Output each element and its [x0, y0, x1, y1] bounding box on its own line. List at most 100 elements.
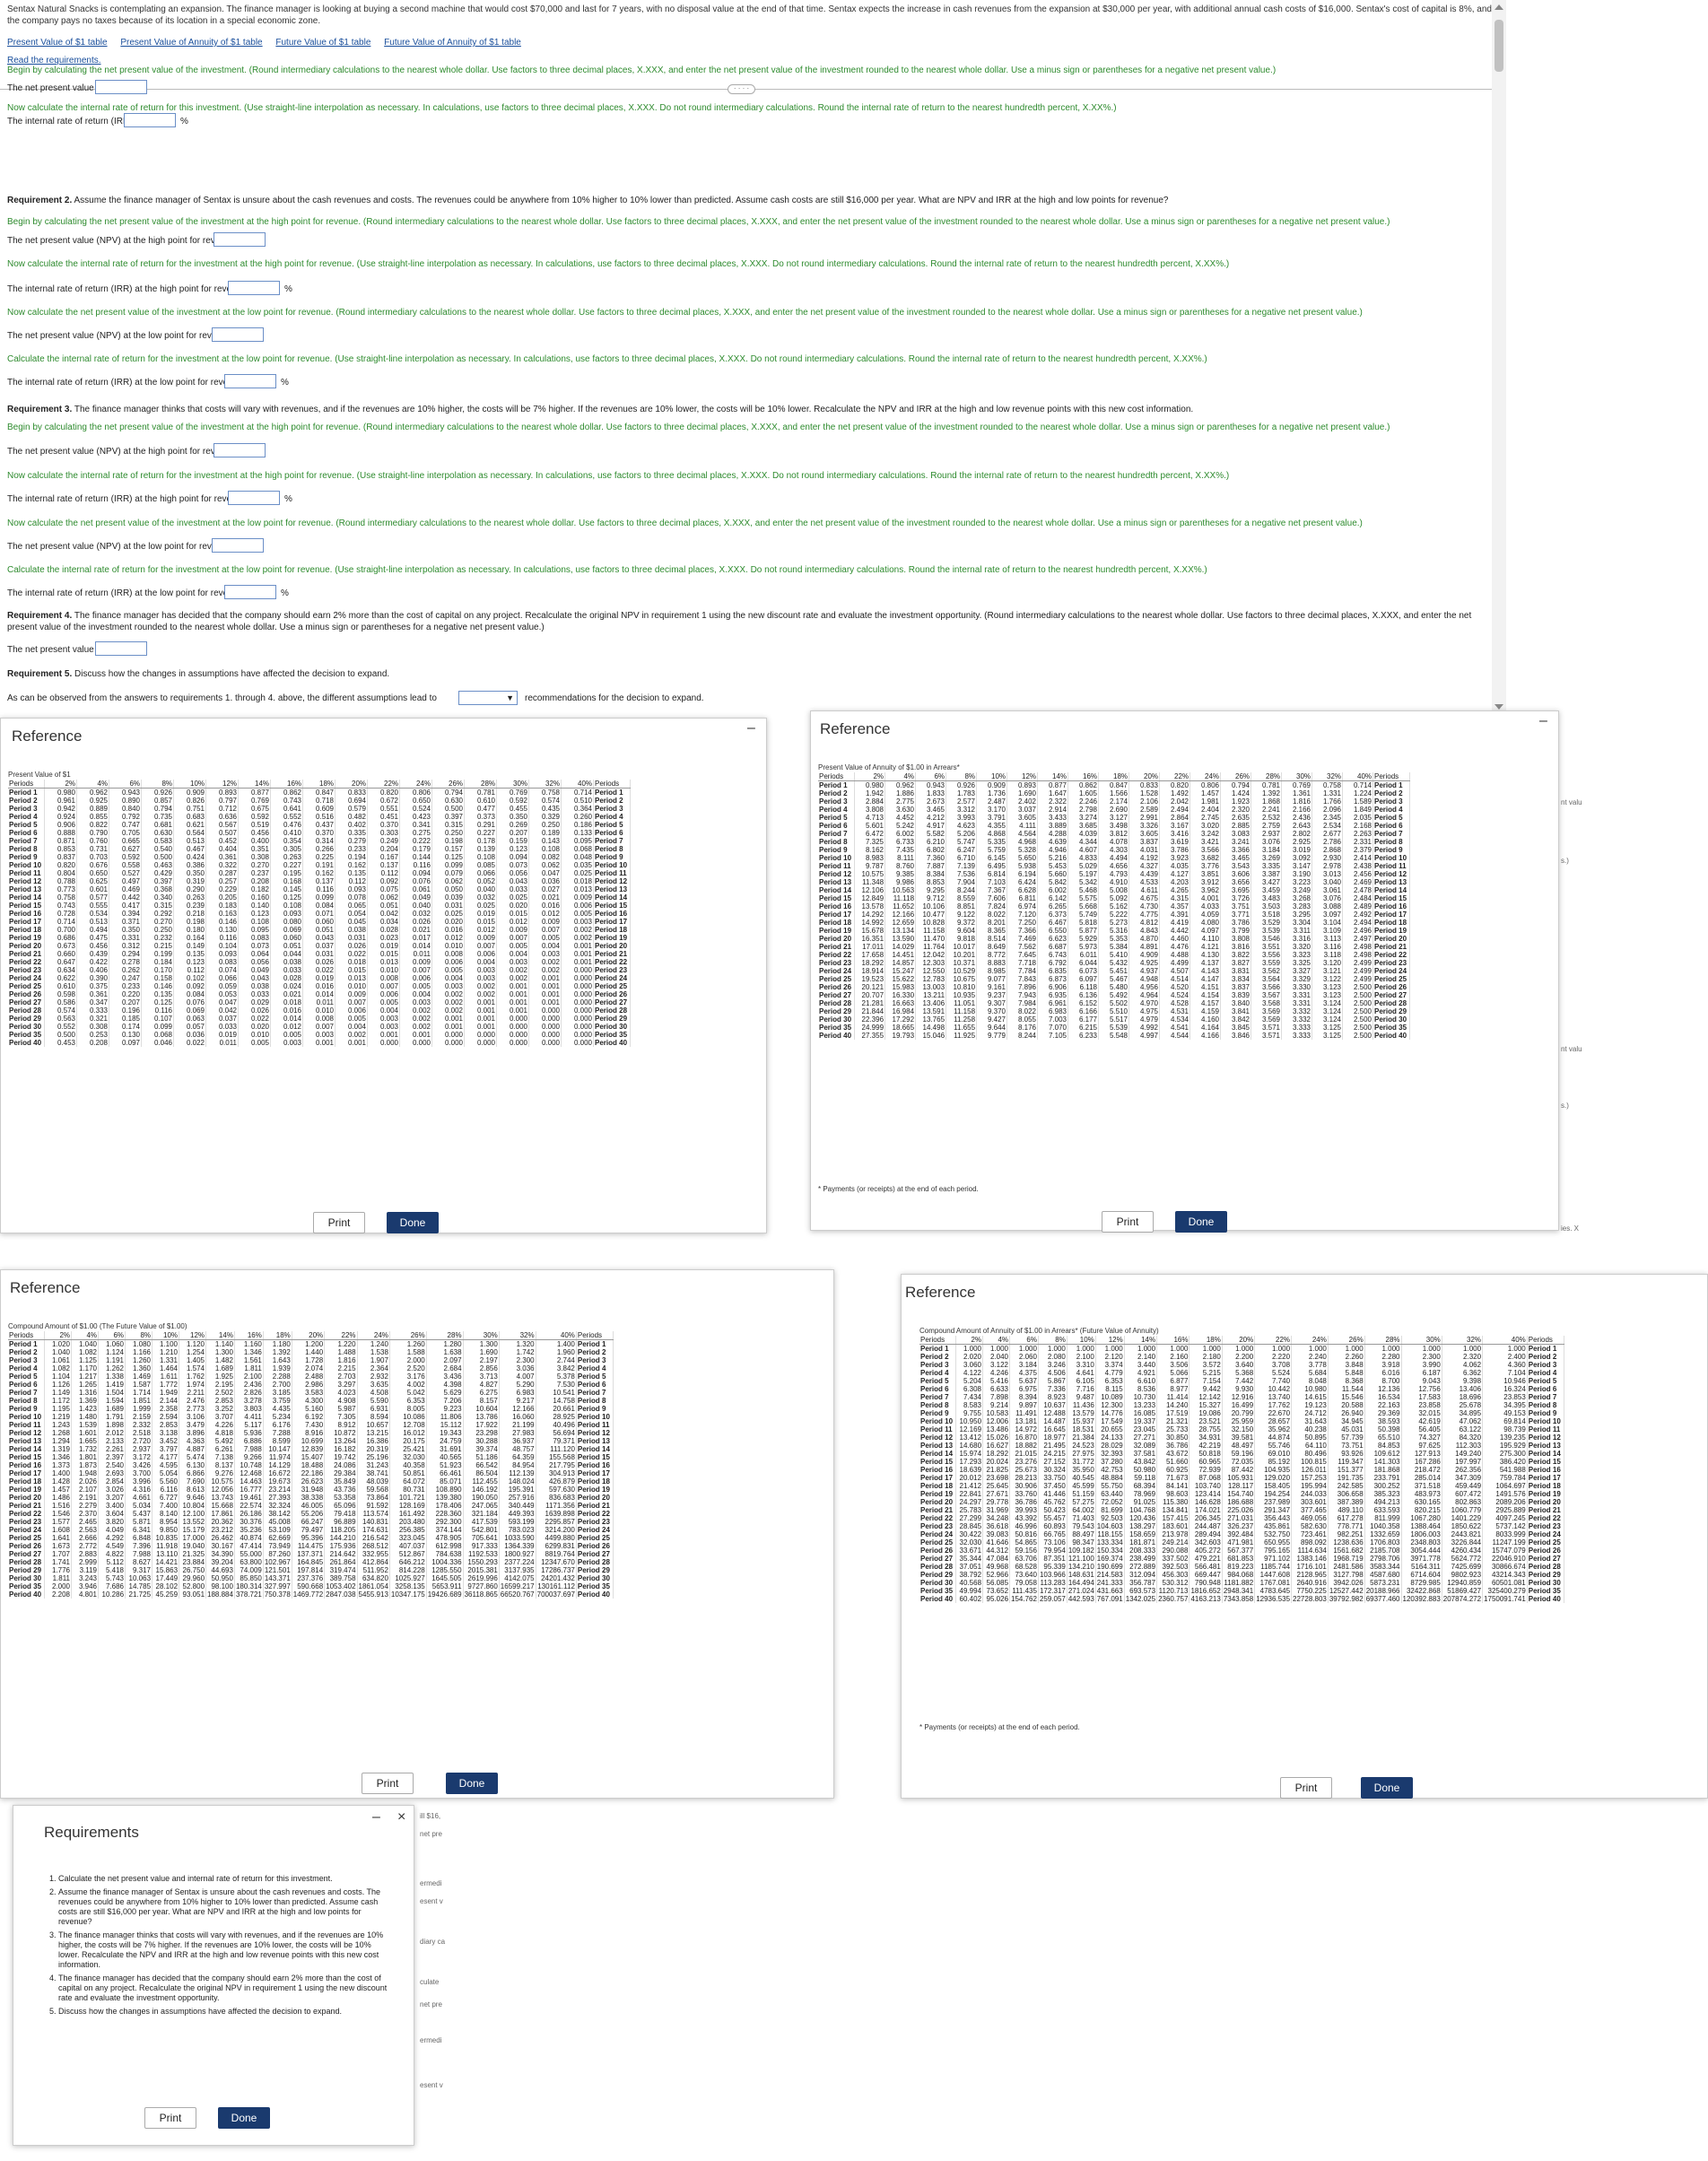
answer-input[interactable]	[228, 491, 280, 505]
answer-input[interactable]	[224, 585, 276, 599]
table-cell: 5.206	[946, 830, 978, 838]
print-button[interactable]: Print	[1280, 1777, 1332, 1799]
row-label: Period 16	[8, 1461, 46, 1469]
table-cell: 2.690	[1098, 806, 1130, 814]
row-label: Period 20	[818, 935, 856, 943]
table-cell: 7.120	[1006, 911, 1039, 919]
answer-input[interactable]	[214, 232, 266, 247]
table-cell: 174.021	[1189, 1506, 1223, 1514]
header-cell: 30%	[1401, 1336, 1442, 1345]
link-pv-table[interactable]: Present Value of $1 table	[7, 38, 108, 48]
table-cell: 16.012	[389, 1429, 427, 1437]
table-cell: 0.370	[302, 829, 336, 837]
print-button[interactable]: Print	[1102, 1211, 1154, 1233]
table-cell: 0.025	[496, 893, 530, 902]
table-cell: 45.031	[1328, 1425, 1365, 1433]
table-cell: 0.439	[76, 950, 110, 958]
table-cell: 3.184	[1250, 846, 1283, 854]
answer-input[interactable]	[214, 443, 266, 457]
done-button[interactable]: Done	[218, 2107, 270, 2129]
table-cell: 3.713	[463, 1372, 500, 1381]
table-cell: 0.269	[496, 821, 530, 829]
table-cell: 14.776	[1095, 1409, 1125, 1417]
table-cell: 0.456	[238, 829, 272, 837]
table-cell: 13.233	[1124, 1401, 1158, 1409]
table-cell: 783.023	[499, 1526, 536, 1534]
table-cell: 9.850	[152, 1526, 180, 1534]
table-cell: 242.585	[1328, 1482, 1365, 1490]
answer-input[interactable]	[228, 281, 280, 295]
table-row: Period 4 0.924 0.855 0.792 0.735 0.683 0.636 0.…	[8, 813, 632, 821]
table-row: Period 4 4.122 4.246 4.375 4.506 4.641 4.779 4.…	[919, 1369, 1564, 1377]
table-cell: 1.400	[44, 1469, 73, 1477]
scrollbar[interactable]	[1492, 0, 1506, 718]
print-button[interactable]: Print	[362, 1773, 414, 1794]
link-pva-table[interactable]: Present Value of Annuity of $1 table	[120, 38, 262, 48]
row-label: Period 23	[8, 966, 46, 974]
table-cell: 11.925	[946, 1032, 978, 1040]
table-cell: 5.054	[152, 1469, 180, 1477]
table-cell: 3.123	[1312, 991, 1344, 999]
table-cell: 16.060	[499, 1413, 536, 1421]
row-label: Period 30	[1372, 1015, 1411, 1024]
table-cell: 0.925	[76, 797, 110, 805]
table-cell: 6.192	[292, 1413, 326, 1421]
table-cell: 7.250	[1006, 919, 1039, 927]
minimize-icon[interactable]: –	[1539, 713, 1547, 729]
table-cell: 811.999	[1364, 1514, 1402, 1522]
table-cell: 7.138	[205, 1453, 235, 1461]
answer-input[interactable]	[95, 80, 147, 94]
table-cell: 23.698	[982, 1474, 1011, 1482]
table-cell: 3.822	[1220, 951, 1252, 959]
table-cell: 4.793	[1098, 870, 1130, 878]
minimize-icon[interactable]: –	[747, 720, 755, 736]
answer-input[interactable]	[95, 641, 147, 656]
table-cell: 84.320	[1442, 1433, 1484, 1442]
table-cell: 1.611	[152, 1372, 180, 1381]
link-fv-table[interactable]: Future Value of $1 table	[275, 38, 370, 48]
table-cell: 2.100	[234, 1372, 264, 1381]
header-cell: 18%	[1189, 1336, 1223, 1345]
table-row: Period 10 8.983 8.111 7.360 6.710 6.145 5.650 5…	[818, 854, 1411, 862]
table-cell: 0.442	[109, 893, 143, 902]
row-label: Period 21	[8, 1502, 46, 1510]
table-cell: 0.630	[141, 829, 175, 837]
table-cell: 197.814	[292, 1566, 326, 1574]
print-button[interactable]: Print	[313, 1212, 365, 1233]
done-button[interactable]: Done	[387, 1212, 439, 1233]
table-cell: 0.049	[399, 893, 433, 902]
table-cell: 12.169	[955, 1425, 984, 1433]
table-cell: 6.931	[357, 1405, 390, 1413]
scroll-down-icon[interactable]	[1494, 704, 1503, 710]
done-button[interactable]: Done	[1361, 1777, 1413, 1799]
minimize-icon[interactable]: –	[372, 1809, 380, 1826]
table-cell: 17.000	[179, 1534, 207, 1542]
answer-input[interactable]	[124, 113, 176, 127]
table-cell: 0.889	[76, 805, 110, 813]
close-icon[interactable]: ×	[397, 1809, 405, 1826]
table-row: Period 6 1.126 1.265 1.419 1.587 1.772 1.974 2.…	[8, 1381, 614, 1389]
done-button[interactable]: Done	[1175, 1211, 1227, 1233]
table-cell: 2.775	[884, 797, 917, 806]
link-fva-table[interactable]: Future Value of Annuity of $1 table	[384, 38, 521, 48]
answer-input[interactable]	[212, 538, 264, 553]
scroll-up-icon[interactable]	[1494, 4, 1503, 10]
table-cell: 3.440	[1124, 1361, 1158, 1369]
assumption-dropdown[interactable]: ▼	[458, 691, 518, 705]
table-cell: 5.316	[1098, 927, 1130, 935]
table-cell: 12.136	[1364, 1385, 1402, 1393]
table-cell: 0.225	[302, 853, 336, 861]
table-cell: 0.232	[141, 934, 175, 942]
table-cell: 12.100	[179, 1510, 207, 1518]
table-cell: 3.242	[1190, 830, 1222, 838]
print-button[interactable]: Print	[144, 2107, 196, 2129]
scroll-thumb[interactable]	[1494, 20, 1503, 72]
table-cell: 0.015	[464, 918, 498, 926]
table-cell: 1.000	[1038, 1344, 1068, 1353]
done-button[interactable]: Done	[446, 1773, 498, 1794]
table-cell: 65.096	[324, 1502, 358, 1510]
answer-input[interactable]	[224, 374, 276, 388]
table-cell: 48.757	[499, 1445, 536, 1453]
table-cell: 3.962	[1190, 886, 1222, 894]
answer-input[interactable]	[212, 327, 264, 342]
